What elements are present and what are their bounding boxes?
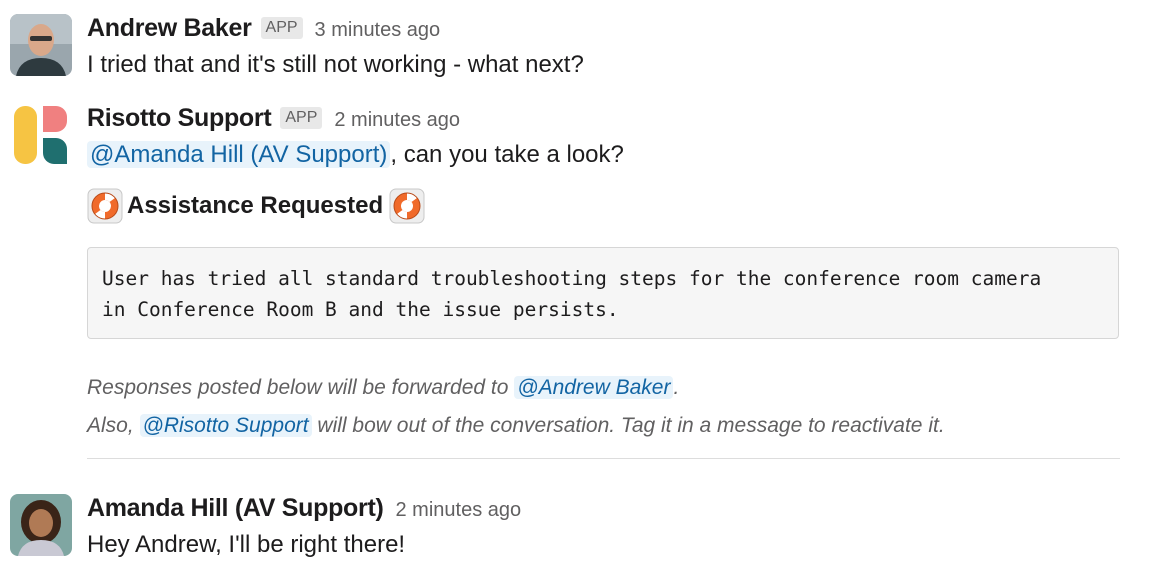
author-name[interactable]: Andrew Baker bbox=[87, 14, 252, 43]
block-title-row: Assistance Requested bbox=[87, 188, 1124, 224]
message-text: Hey Andrew, I'll be right there! bbox=[87, 531, 406, 558]
context-text: . bbox=[673, 376, 680, 399]
avatar-image bbox=[10, 14, 72, 76]
message-text-rest: , can you take a look? bbox=[390, 141, 624, 168]
lifebuoy-icon bbox=[87, 188, 123, 224]
message-text: I tried that and it's still not working … bbox=[87, 51, 584, 78]
divider bbox=[87, 458, 1120, 459]
avatar-amanda-hill[interactable] bbox=[10, 494, 72, 556]
timestamp[interactable]: 2 minutes ago bbox=[334, 109, 460, 132]
avatar-image bbox=[10, 494, 72, 556]
avatar-risotto-support[interactable] bbox=[10, 104, 72, 166]
timestamp[interactable]: 3 minutes ago bbox=[315, 19, 441, 42]
author-name[interactable]: Risotto Support bbox=[87, 104, 272, 133]
risotto-logo-icon bbox=[14, 106, 67, 164]
context-text: Also, bbox=[87, 414, 140, 437]
context-text: will bow out of the conversation. Tag it… bbox=[311, 414, 945, 437]
mention-risotto-support[interactable]: @Risotto Support bbox=[139, 414, 312, 437]
context-bow-out: Also, @Risotto Support will bow out of t… bbox=[87, 414, 945, 438]
mention-amanda-hill[interactable]: @Amanda Hill (AV Support) bbox=[87, 141, 391, 168]
message-text: @Amanda Hill (AV Support), can you take … bbox=[87, 138, 1124, 172]
avatar-andrew-baker[interactable] bbox=[10, 14, 72, 76]
context-forwarding: Responses posted below will be forwarded… bbox=[87, 376, 679, 400]
block-title: Assistance Requested bbox=[127, 192, 384, 219]
mention-andrew-baker[interactable]: @Andrew Baker bbox=[514, 376, 674, 399]
app-badge: APP bbox=[280, 107, 323, 129]
context-text: Responses posted below will be forwarded… bbox=[87, 376, 515, 399]
timestamp[interactable]: 2 minutes ago bbox=[396, 499, 522, 522]
lifebuoy-icon bbox=[389, 188, 425, 224]
app-badge: APP bbox=[260, 17, 303, 39]
code-block: User has tried all standard troubleshoot… bbox=[87, 247, 1119, 339]
author-name[interactable]: Amanda Hill (AV Support) bbox=[87, 494, 384, 523]
